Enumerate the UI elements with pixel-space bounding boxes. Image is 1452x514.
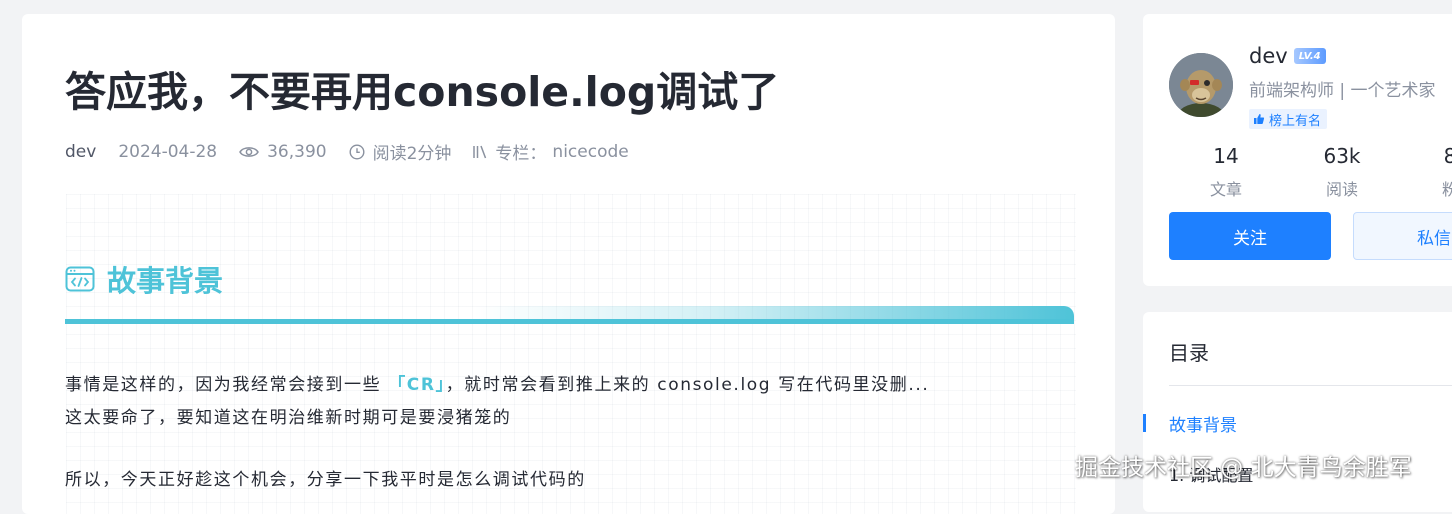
article-meta: dev 2024-04-28 36,390 阅读2分钟 专栏： nicecode — [65, 139, 651, 165]
paragraph-3: 所以，今天正好趁这个机会，分享一下我平时是怎么调试代码的 — [65, 470, 586, 490]
follow-button[interactable]: 关注 — [1169, 212, 1331, 260]
stat-articles-label: 文章 — [1209, 180, 1242, 199]
meta-column-name[interactable]: nicecode — [552, 142, 628, 162]
toc-card: 目录 故事背景 1. 调试配置 — [1143, 312, 1452, 512]
author-name-text[interactable]: dev — [1249, 44, 1288, 68]
article-title: 答应我，不要再用console.log调试了 — [65, 68, 780, 116]
author-card: dev LV.4 前端架构师 | 一个艺术家 榜上有名 14 文章 63k 阅读… — [1143, 14, 1452, 286]
section-heading: 故事背景 — [65, 258, 223, 300]
author-name[interactable]: dev LV.4 — [1249, 44, 1326, 68]
clock-icon — [349, 143, 365, 160]
eye-icon — [239, 146, 259, 157]
code-window-icon — [65, 266, 95, 292]
paragraph-1: 事情是这样的，因为我经常会接到一些 「CR」，就时常会看到推上来的 consol… — [65, 370, 929, 395]
meta-views-count: 36,390 — [267, 141, 327, 162]
toc-item-story-background[interactable]: 故事背景 — [1169, 411, 1237, 436]
stat-articles-value: 14 — [1213, 144, 1239, 168]
section-heading-text: 故事背景 — [107, 264, 224, 298]
paragraph-1-end: ，就时常会看到推上来的 console.log 写在代码里没删... — [445, 375, 930, 395]
paragraph-2: 这太要命了，要知道这在明治维新时期可是要浸猪笼的 — [65, 408, 512, 428]
rank-badge[interactable]: 榜上有名 — [1249, 109, 1328, 129]
meta-column-label: 专栏： — [495, 144, 547, 164]
stat-articles[interactable]: 14 文章 — [1181, 144, 1271, 200]
toc-active-indicator — [1143, 414, 1146, 432]
author-description: 前端架构师 | 一个艺术家 — [1249, 81, 1436, 101]
stat-reads[interactable]: 63k 阅读 — [1297, 144, 1387, 200]
meta-views: 36,390 — [239, 141, 327, 162]
stat-followers-value: 8 — [1443, 144, 1452, 168]
message-button[interactable]: 私信 — [1353, 212, 1452, 260]
avatar-image — [1169, 53, 1233, 117]
meta-read-time: 阅读2分钟 — [349, 139, 452, 164]
toc-title: 目录 — [1169, 341, 1209, 365]
thumbs-up-icon — [1254, 114, 1265, 124]
author-avatar[interactable] — [1169, 53, 1233, 117]
meta-column[interactable]: 专栏： nicecode — [473, 139, 629, 164]
meta-read-time-text: 阅读2分钟 — [372, 144, 452, 164]
section-underline — [65, 306, 1074, 324]
toc-divider — [1169, 385, 1452, 386]
stat-reads-label: 阅读 — [1325, 180, 1358, 199]
article-card: 答应我，不要再用console.log调试了 dev 2024-04-28 36… — [22, 14, 1115, 514]
meta-author-link[interactable]: dev — [65, 142, 96, 162]
stat-reads-value: 63k — [1323, 144, 1361, 168]
level-badge: LV.4 — [1293, 48, 1326, 64]
column-icon — [473, 145, 487, 158]
section-underline-gradient — [474, 306, 1074, 324]
paragraph-1-start: 事情是这样的，因为我经常会接到一些 — [65, 375, 389, 395]
stat-followers-label: 粉 — [1441, 180, 1452, 199]
rank-badge-text: 榜上有名 — [1269, 113, 1322, 129]
meta-date: 2024-04-28 — [118, 141, 218, 162]
paragraph-1-cr-highlight: 「CR」 — [388, 375, 446, 395]
watermark: 掘金技术社区 @ 北大青鸟余胜军 — [1075, 455, 1412, 481]
stat-followers[interactable]: 8 粉 — [1405, 144, 1452, 200]
